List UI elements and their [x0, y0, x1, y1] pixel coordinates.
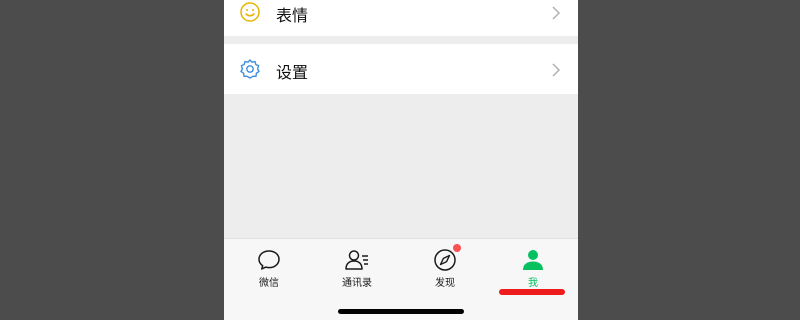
tab-discover[interactable]: 发现	[401, 239, 489, 299]
menu-item-settings[interactable]: 设置	[224, 44, 578, 94]
tab-chats-label: 微信	[259, 278, 279, 289]
tab-chats[interactable]: 微信	[225, 239, 313, 299]
contacts-icon	[344, 247, 370, 273]
smiley-icon	[238, 0, 262, 24]
chevron-right-icon	[550, 62, 562, 77]
tab-me-label: 我	[528, 278, 538, 289]
home-indicator[interactable]	[338, 309, 464, 314]
menu-item-settings-label: 设置	[276, 63, 309, 82]
menu-item-emoji[interactable]: 表情	[224, 0, 578, 36]
menu-item-emoji-label: 表情	[276, 6, 309, 25]
phone-screen: 表情 设置 微信 通讯录 发现 我	[224, 0, 578, 320]
chevron-right-icon	[550, 5, 562, 20]
bottom-tab-bar: 微信 通讯录 发现 我	[224, 238, 578, 320]
gear-icon	[238, 57, 262, 81]
chat-bubble-icon	[256, 247, 282, 273]
tab-contacts[interactable]: 通讯录	[313, 239, 401, 299]
notification-badge	[453, 244, 461, 252]
person-icon	[520, 247, 546, 273]
tab-discover-label: 发现	[435, 278, 455, 289]
annotation-underline	[499, 289, 565, 295]
tab-contacts-label: 通讯录	[342, 278, 372, 289]
